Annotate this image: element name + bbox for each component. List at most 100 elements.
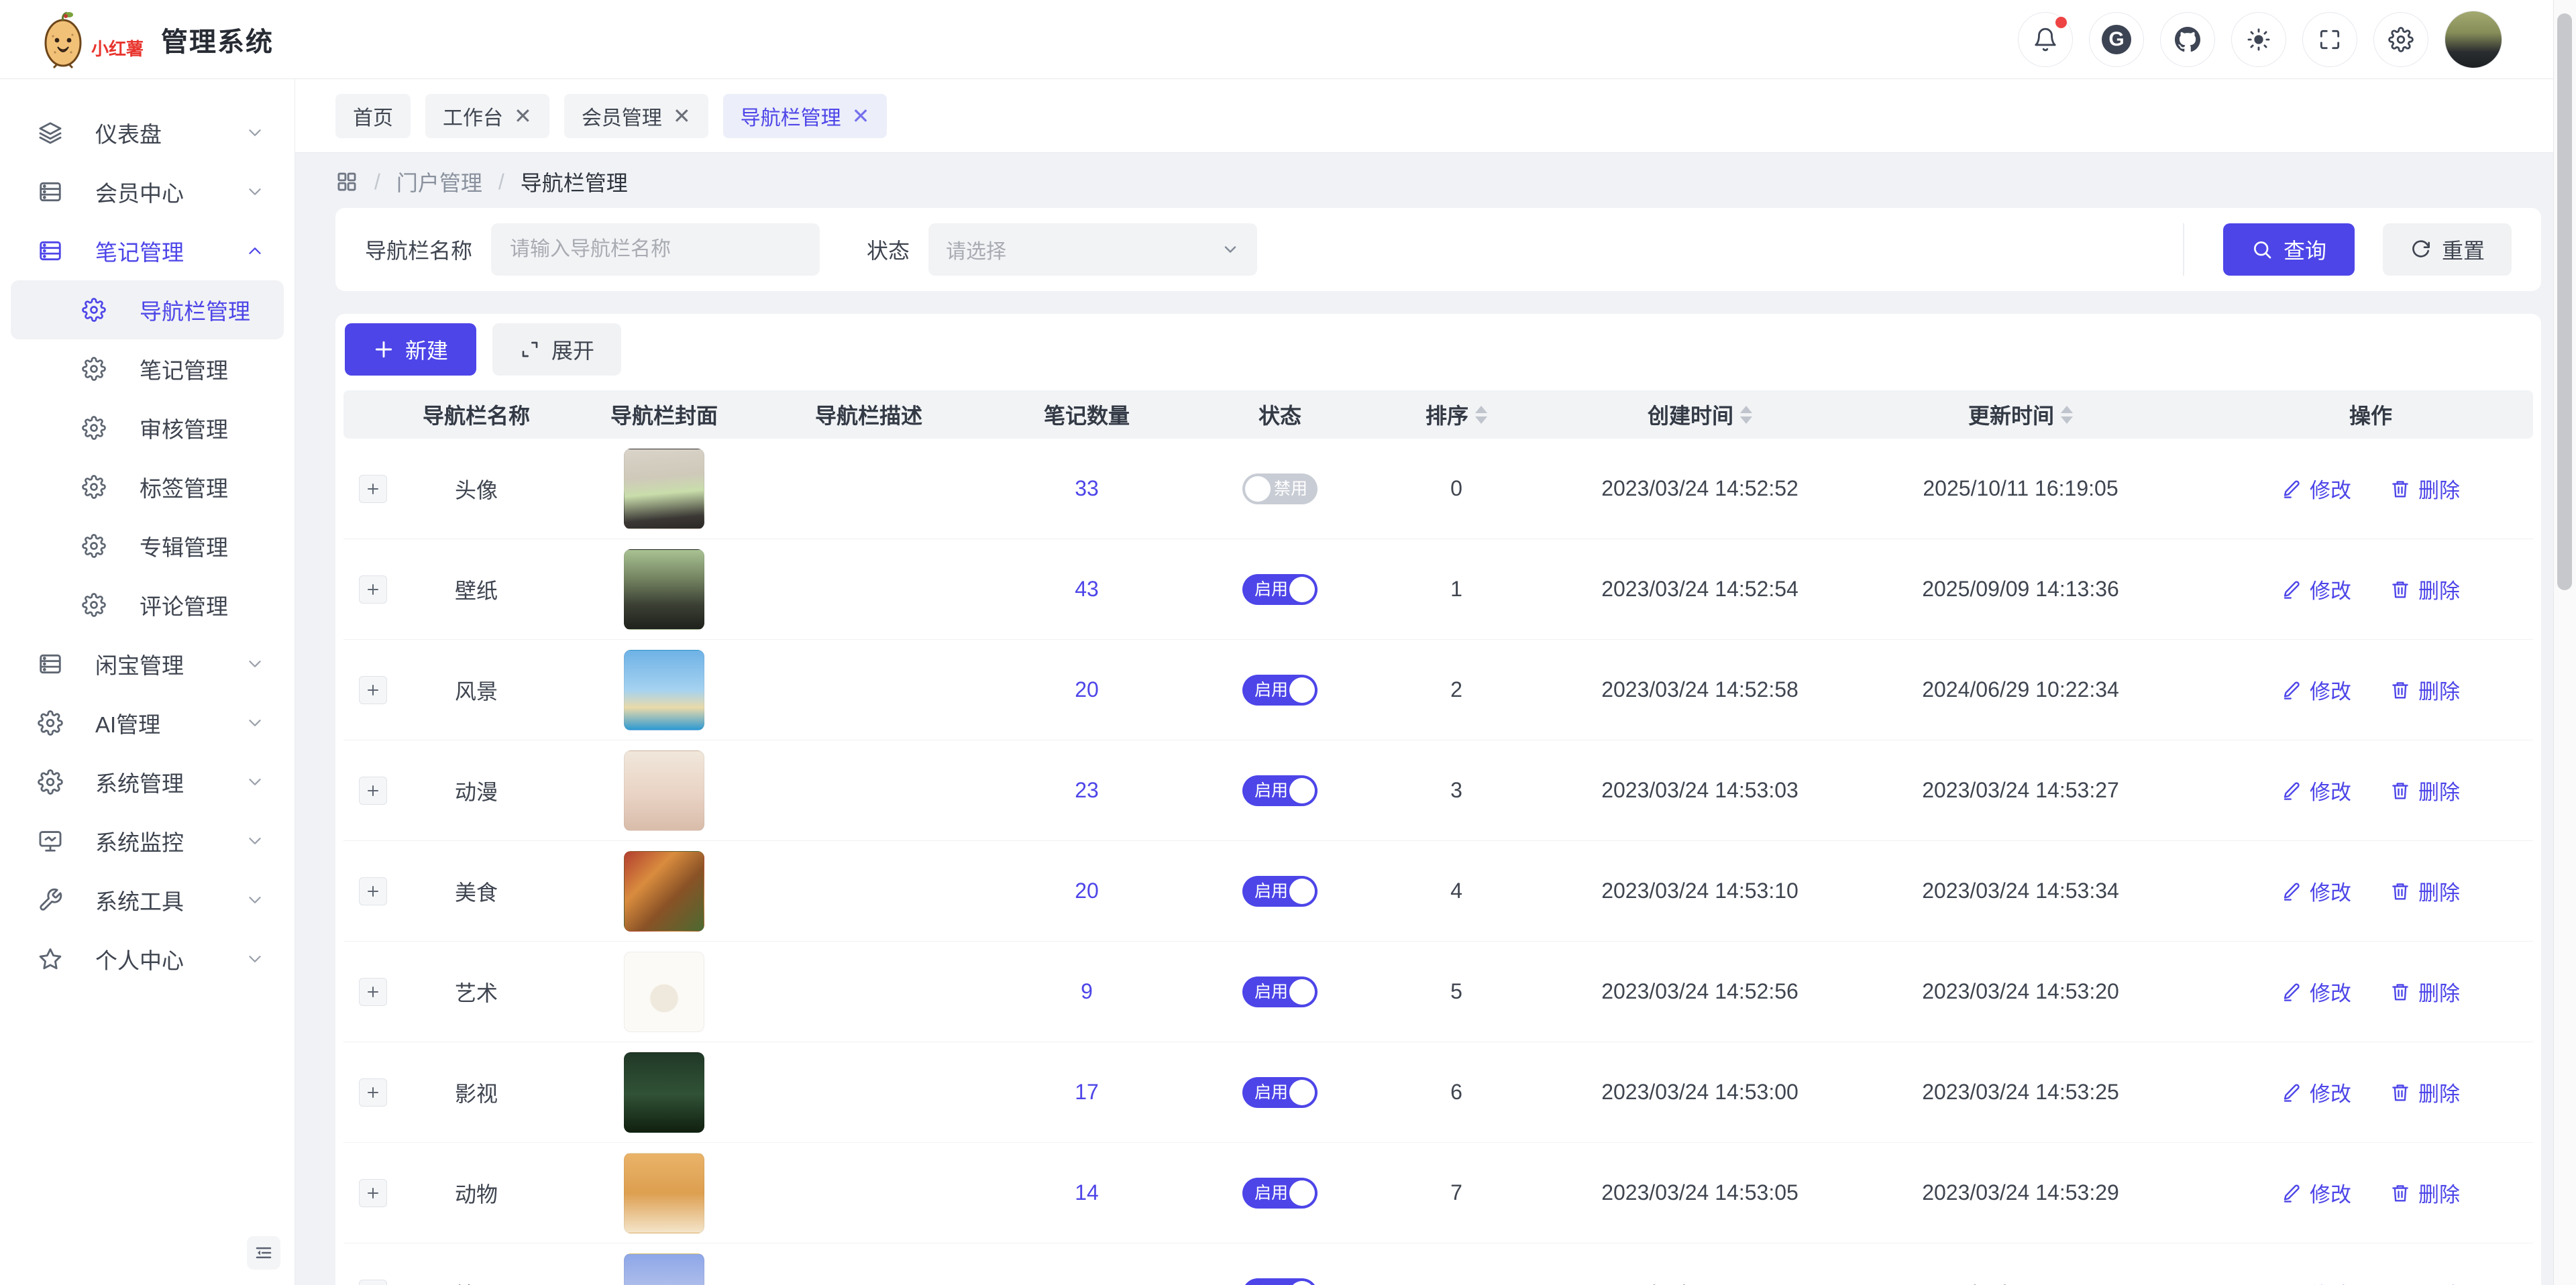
expand-all-button[interactable]: 展开 [492, 323, 621, 376]
github-button[interactable] [2160, 12, 2215, 67]
edit-link[interactable]: 修改 [2282, 876, 2351, 906]
sidebar-subitem-评论管理[interactable]: 评论管理 [11, 575, 284, 634]
sort-ascending-icon[interactable] [2061, 406, 2073, 413]
row-expand-button[interactable] [359, 676, 387, 704]
delete-link[interactable]: 删除 [2390, 976, 2460, 1007]
delete-link[interactable]: 删除 [2390, 876, 2460, 906]
edit-link[interactable]: 修改 [2282, 775, 2351, 805]
sidebar-subitem-笔记管理[interactable]: 笔记管理 [11, 339, 284, 398]
sort-descending-icon[interactable] [2061, 416, 2073, 424]
column-label: 操作 [2349, 399, 2392, 430]
tab-close-icon[interactable]: ✕ [673, 105, 691, 127]
user-avatar[interactable] [2445, 11, 2502, 68]
note-count-link[interactable]: 20 [1075, 677, 1099, 702]
fullscreen-button[interactable] [2302, 12, 2357, 67]
note-count-link[interactable]: 20 [1075, 879, 1099, 903]
nav-name-input[interactable] [491, 223, 820, 276]
sidebar-subitem-标签管理[interactable]: 标签管理 [11, 457, 284, 516]
note-count-link[interactable]: 14 [1075, 1180, 1099, 1205]
created-time: 2023/03/24 14:52:56 [1601, 979, 1799, 1004]
edit-link[interactable]: 修改 [2282, 473, 2351, 504]
note-count-link[interactable]: 23 [1075, 778, 1099, 803]
edit-link[interactable]: 修改 [2282, 1077, 2351, 1107]
tab-首页[interactable]: 首页 ✕ [335, 94, 411, 138]
sort-carets[interactable] [1740, 406, 1752, 424]
row-expand-button[interactable] [359, 1179, 387, 1207]
note-count-link[interactable]: 33 [1075, 476, 1099, 501]
note-count-link[interactable]: 43 [1075, 577, 1099, 602]
status-toggle[interactable]: 禁用 [1242, 473, 1318, 504]
tab-工作台[interactable]: 工作台 ✕ [425, 94, 549, 138]
edit-link[interactable]: 修改 [2282, 1178, 2351, 1208]
row-expand-button[interactable] [359, 475, 387, 503]
delete-link[interactable]: 删除 [2390, 473, 2460, 504]
nav-name: 壁纸 [455, 574, 498, 605]
sidebar-item-个人中心[interactable]: 个人中心 [0, 930, 294, 989]
status-toggle[interactable]: 启用 [1242, 675, 1318, 706]
window-scrollbar[interactable] [2553, 0, 2576, 1285]
settings-button[interactable] [2373, 12, 2428, 67]
status-toggle[interactable]: 启用 [1242, 876, 1318, 907]
row-expand-button[interactable] [359, 1078, 387, 1107]
tab-导航栏管理[interactable]: 导航栏管理 ✕ [723, 94, 888, 138]
status-toggle[interactable]: 启用 [1242, 1178, 1318, 1209]
edit-link[interactable]: 修改 [2282, 1278, 2351, 1285]
status-toggle[interactable]: 启用 [1242, 1077, 1318, 1108]
home-grid-icon[interactable] [335, 170, 358, 193]
delete-link[interactable]: 删除 [2390, 775, 2460, 805]
sidebar-item-笔记管理[interactable]: 笔记管理 [0, 221, 294, 280]
delete-link[interactable]: 删除 [2390, 1077, 2460, 1107]
reset-button[interactable]: 重置 [2383, 223, 2512, 276]
row-expand-button[interactable] [359, 877, 387, 905]
edit-link[interactable]: 修改 [2282, 675, 2351, 705]
search-button[interactable]: 查询 [2223, 223, 2355, 276]
sidebar-item-系统管理[interactable]: 系统管理 [0, 752, 294, 812]
edit-link[interactable]: 修改 [2282, 574, 2351, 604]
create-button[interactable]: 新建 [345, 323, 476, 376]
sidebar-item-系统工具[interactable]: 系统工具 [0, 871, 294, 930]
sort-descending-icon[interactable] [1475, 416, 1487, 424]
sort-carets[interactable] [2061, 406, 2073, 424]
status-toggle[interactable]: 启用 [1242, 976, 1318, 1007]
note-count-link[interactable]: 9 [1081, 979, 1093, 1004]
sidebar-subitem-专辑管理[interactable]: 专辑管理 [11, 516, 284, 575]
sidebar-subitem-导航栏管理[interactable]: 导航栏管理 [11, 280, 284, 339]
sort-ascending-icon[interactable] [1740, 406, 1752, 413]
sort-descending-icon[interactable] [1740, 416, 1752, 424]
delete-link[interactable]: 删除 [2390, 675, 2460, 705]
sidebar-subitem-审核管理[interactable]: 审核管理 [11, 398, 284, 457]
theme-toggle-button[interactable] [2231, 12, 2286, 67]
note-count-link[interactable]: 15 [1075, 1281, 1099, 1285]
status-select[interactable]: 请选择 [928, 223, 1257, 276]
chevron-down-icon [245, 182, 265, 202]
sidebar-item-会员中心[interactable]: 会员中心 [0, 162, 294, 221]
search-button-label: 查询 [2284, 234, 2326, 265]
notification-bell-button[interactable] [2018, 12, 2073, 67]
row-expand-button[interactable] [359, 978, 387, 1006]
delete-link[interactable]: 删除 [2390, 1178, 2460, 1208]
gitee-button[interactable]: G [2089, 12, 2144, 67]
edit-link[interactable]: 修改 [2282, 976, 2351, 1007]
status-toggle[interactable]: 启用 [1242, 1278, 1318, 1285]
sort-carets[interactable] [1475, 406, 1487, 424]
status-toggle[interactable]: 启用 [1242, 775, 1318, 806]
delete-link[interactable]: 删除 [2390, 1278, 2460, 1285]
reset-button-label: 重置 [2442, 234, 2485, 265]
sidebar-item-闲宝管理[interactable]: 闲宝管理 [0, 634, 294, 693]
sidebar-item-仪表盘[interactable]: 仪表盘 [0, 103, 294, 162]
tab-会员管理[interactable]: 会员管理 ✕ [564, 94, 708, 138]
tab-close-icon[interactable]: ✕ [514, 105, 532, 127]
sidebar-item-AI管理[interactable]: AI管理 [0, 693, 294, 752]
note-count-link[interactable]: 17 [1075, 1080, 1099, 1105]
status-toggle[interactable]: 启用 [1242, 574, 1318, 605]
breadcrumb-item[interactable]: 门户管理 [396, 166, 482, 197]
delete-link[interactable]: 删除 [2390, 574, 2460, 604]
row-expand-button[interactable] [359, 1280, 387, 1285]
scrollbar-thumb[interactable] [2557, 13, 2572, 590]
sidebar-collapse-button[interactable] [247, 1236, 280, 1270]
row-expand-button[interactable] [359, 575, 387, 604]
sidebar-item-系统监控[interactable]: 系统监控 [0, 812, 294, 871]
sort-ascending-icon[interactable] [1475, 406, 1487, 413]
row-expand-button[interactable] [359, 777, 387, 805]
tab-close-icon[interactable]: ✕ [852, 105, 870, 127]
